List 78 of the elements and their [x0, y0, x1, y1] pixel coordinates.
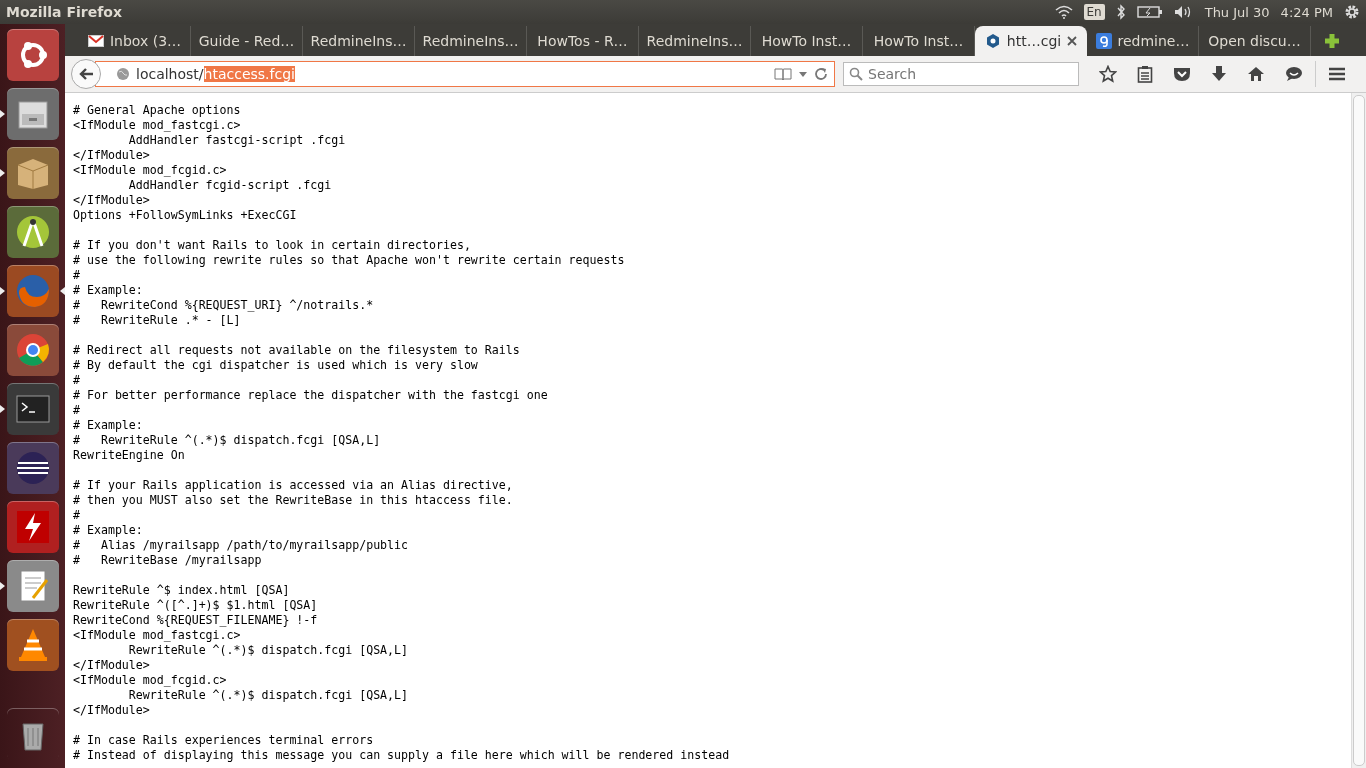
keyboard-layout-indicator[interactable]: En: [1083, 4, 1105, 20]
launcher-item[interactable]: [6, 324, 59, 376]
hexagon-icon: [984, 33, 1001, 49]
code-line: </IfModule>: [73, 148, 150, 163]
search-engine-icon: [1095, 33, 1112, 49]
time-text[interactable]: 4:24 PM: [1280, 4, 1333, 20]
code-line: # By default the cgi dispatcher is used which is very slow: [73, 358, 478, 373]
code-line: # RewriteBase /myrailsapp: [73, 553, 262, 568]
code-line: RewriteRule ^(.*)$ dispatch.fcgi [QSA,L]: [127, 688, 409, 703]
window-title: Mozilla Firefox: [6, 4, 122, 20]
launcher-item[interactable]: [6, 442, 59, 494]
code-line: #: [73, 268, 80, 283]
chat-bubble-icon[interactable]: [1285, 66, 1303, 82]
code-line: RewriteCond %{REQUEST_FILENAME} !-f: [73, 613, 318, 628]
launcher-item[interactable]: [6, 206, 59, 258]
code-line: # Example:: [73, 283, 143, 298]
bookmark-star-icon[interactable]: [1099, 65, 1117, 83]
download-icon[interactable]: [1211, 65, 1227, 83]
close-icon[interactable]: [1067, 36, 1078, 46]
scrollbar[interactable]: [1351, 93, 1366, 768]
settings-icon[interactable]: [1344, 4, 1360, 20]
back-arrow-icon: [78, 67, 94, 81]
code-line: # Example:: [73, 418, 143, 433]
code-line: # RewriteRule .* - [L]: [73, 313, 241, 328]
pocket-icon[interactable]: [1173, 66, 1191, 82]
code-line: # RewriteCond %{REQUEST_URI} ^/notrails.*: [73, 298, 374, 313]
code-line: <IfModule mod_fcgid.c>: [73, 673, 227, 688]
code-line: Options +FollowSymLinks +ExecCGI: [73, 208, 297, 223]
launcher-item[interactable]: [6, 501, 59, 553]
code-line: # RewriteRule ^(.*)$ dispatch.fcgi [QSA,L]: [73, 433, 381, 448]
code-line: RewriteRule ^([^.]+)$ $1.html [QSA]: [73, 598, 318, 613]
code-line: #: [73, 508, 80, 523]
code-line: <IfModule mod_fcgid.c>: [73, 163, 227, 178]
code-line: # In case Rails experiences terminal errors: [73, 733, 374, 748]
envelope-icon: [87, 35, 104, 47]
launcher-item[interactable]: [6, 29, 59, 81]
code-line: AddHandler fcgid-script .fcgi: [127, 178, 332, 193]
code-line: # then you MUST also set the RewriteBase in this htaccess file.: [73, 493, 513, 508]
browser-tab[interactable]: htt…cgi: [975, 26, 1087, 56]
clipboard-list-icon[interactable]: [1137, 65, 1153, 83]
code-line: # If your Rails application is accessed via an Alias directive,: [73, 478, 513, 493]
code-line: </IfModule>: [73, 193, 150, 208]
launcher-item[interactable]: [6, 560, 59, 612]
launcher-item[interactable]: [6, 147, 59, 199]
wifi-icon[interactable]: [1054, 5, 1073, 19]
reader-view-icon[interactable]: [774, 67, 792, 81]
reload-icon[interactable]: [814, 67, 828, 81]
code-line: RewriteEngine On: [73, 448, 185, 463]
date-text[interactable]: Thu Jul 30: [1204, 4, 1270, 20]
new-tab-icon[interactable]: [1323, 32, 1341, 50]
battery-icon[interactable]: [1136, 6, 1163, 18]
code-line: # Instead of displaying this message you can supply a file here which will be rendered instead: [73, 748, 730, 763]
code-line: # Example:: [73, 523, 143, 538]
dropdown-caret-icon[interactable]: [798, 70, 808, 78]
back-button[interactable]: [71, 59, 101, 89]
code-line: # use the following rewrite rules so that Apache won't rewrite certain requests: [73, 253, 625, 268]
launcher-item[interactable]: [6, 619, 59, 671]
code-line: RewriteRule ^$ index.html [QSA]: [73, 583, 290, 598]
code-line: # For better performance replace the dispatcher with the fastcgi one: [73, 388, 548, 403]
code-line: # Redirect all requests not available on the filesystem to Rails: [73, 343, 520, 358]
search-icon: [849, 67, 863, 81]
menu-icon[interactable]: [1328, 66, 1346, 82]
code-line: <IfModule mod_fastcgi.c>: [73, 628, 241, 643]
home-icon[interactable]: [1247, 66, 1265, 82]
code-line: #: [73, 373, 80, 388]
code-line: #: [73, 403, 80, 418]
code-line: # General Apache options: [73, 103, 241, 118]
code-line: # If you don't want Rails to look in certain directories,: [73, 238, 471, 253]
bluetooth-icon[interactable]: [1115, 4, 1126, 20]
code-line: </IfModule>: [73, 658, 150, 673]
globe-icon: [116, 67, 130, 81]
code-line: # Alias /myrailsapp /path/to/myrailsapp/public: [73, 538, 409, 553]
search-field[interactable]: Search: [843, 62, 1079, 86]
code-line: RewriteRule ^(.*)$ dispatch.fcgi [QSA,L]: [127, 643, 409, 658]
code-line: AddHandler fastcgi-script .fcgi: [127, 133, 346, 148]
code-line: <IfModule mod_fastcgi.c>: [73, 118, 241, 133]
launcher-item[interactable]: [6, 88, 59, 140]
code-line: </IfModule>: [73, 703, 150, 718]
